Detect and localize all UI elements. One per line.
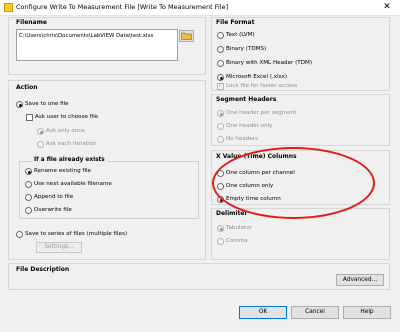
no-headers-label: No headers: [226, 136, 259, 142]
header-only-radio[interactable]: [217, 123, 224, 130]
rename-existing-radio[interactable]: [25, 168, 32, 175]
ask-user-checkbox[interactable]: [26, 114, 33, 121]
help-button[interactable]: Help: [343, 306, 391, 319]
highlight-ellipse: [212, 147, 375, 219]
file-description-header: File Description: [16, 266, 70, 273]
format-tdm-label: Binary with XML Header (TDM): [226, 60, 313, 66]
save-one-file-radio[interactable]: [16, 101, 23, 108]
folder-browse-icon: [181, 32, 192, 40]
filename-panel: Filename C:\Users\chris\Documents\LabVIE…: [8, 17, 206, 75]
file-description-panel: File Description Advanced...: [8, 263, 390, 290]
append-label: Append to file: [34, 194, 74, 200]
app-icon: [4, 3, 13, 12]
filename-input[interactable]: C:\Users\chris\Documents\LabVIEW Data\te…: [16, 29, 178, 61]
format-tdms-label: Binary (TDMS): [226, 46, 267, 52]
format-tdms-radio[interactable]: [217, 46, 224, 53]
lock-file-label: Lock file for faster access: [226, 83, 298, 89]
header-only-label: One header only: [226, 123, 273, 129]
header-per-segment-label: One header per segment: [226, 110, 297, 116]
action-panel: Action Save to one file Ask user to choo…: [8, 80, 206, 260]
filename-header: Filename: [16, 19, 47, 26]
cancel-button[interactable]: Cancel: [291, 306, 339, 319]
settings-button[interactable]: Settings...: [36, 242, 82, 253]
title-bar: Configure Write To Measurement File [Wri…: [0, 0, 400, 16]
format-xlsx-radio[interactable]: [217, 74, 224, 81]
window-title: Configure Write To Measurement File [Wri…: [16, 3, 229, 11]
if-exists-group: If a file already exists Rename existing…: [19, 157, 199, 219]
ask-user-label: Ask user to choose file: [35, 114, 99, 120]
file-format-header: File Format: [216, 19, 255, 26]
dialog-window: Configure Write To Measurement File [Wri…: [0, 0, 400, 332]
comma-radio[interactable]: [217, 238, 224, 245]
advanced-button[interactable]: Advanced...: [336, 274, 384, 286]
ok-button[interactable]: OK: [239, 306, 287, 319]
ask-only-once-radio[interactable]: [37, 128, 44, 135]
ask-only-once-label: Ask only once: [46, 128, 85, 134]
comma-label: Comma: [226, 238, 248, 244]
ask-each-iteration-radio[interactable]: [37, 141, 44, 148]
overwrite-label: Overwrite file: [34, 207, 72, 213]
tabulator-label: Tabulator: [226, 225, 252, 231]
browse-button[interactable]: [179, 30, 194, 42]
no-headers-radio[interactable]: [217, 136, 224, 143]
tabulator-radio[interactable]: [217, 225, 224, 232]
action-header: Action: [16, 84, 38, 91]
if-exists-title: If a file already exists: [32, 157, 107, 163]
format-tdm-radio[interactable]: [217, 60, 224, 67]
ask-each-iteration-label: Ask each iteration: [46, 141, 97, 147]
close-icon[interactable]: ✕: [374, 0, 400, 15]
next-filename-radio[interactable]: [25, 181, 32, 188]
format-xlsx-label: Microsoft Excel (.xlsx): [226, 74, 288, 80]
segment-headers-panel: Segment Headers One header per segment O…: [211, 94, 390, 146]
filename-value: C:\Users\chris\Documents\LabVIEW Data\te…: [19, 33, 154, 39]
overwrite-radio[interactable]: [25, 207, 32, 214]
file-format-panel: File Format Text (LVM) Binary (TDMS) Bin…: [211, 17, 390, 91]
lock-file-checkbox[interactable]: [217, 82, 224, 90]
save-series-radio[interactable]: [16, 231, 23, 238]
segment-headers-header: Segment Headers: [216, 96, 277, 103]
rename-existing-label: Rename existing file: [34, 168, 91, 174]
format-lvm-label: Text (LVM): [226, 32, 255, 38]
save-one-file-label: Save to one file: [25, 101, 69, 107]
format-lvm-radio[interactable]: [217, 32, 224, 39]
append-radio[interactable]: [25, 194, 32, 201]
header-per-segment-radio[interactable]: [217, 110, 224, 117]
next-filename-label: Use next available filename: [34, 181, 112, 187]
save-series-label: Save to series of files (multiple files): [25, 231, 128, 237]
